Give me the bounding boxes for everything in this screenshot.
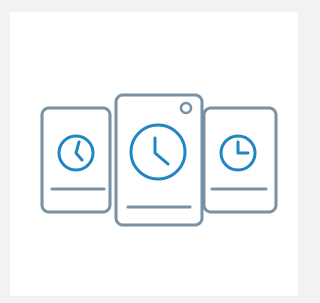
- left-card: [40, 106, 112, 214]
- card-frame: [202, 106, 278, 214]
- center-card: [114, 93, 204, 227]
- multiple-time-zones-cards-icon: [40, 93, 278, 227]
- right-card: [202, 106, 278, 214]
- card-frame: [40, 106, 112, 214]
